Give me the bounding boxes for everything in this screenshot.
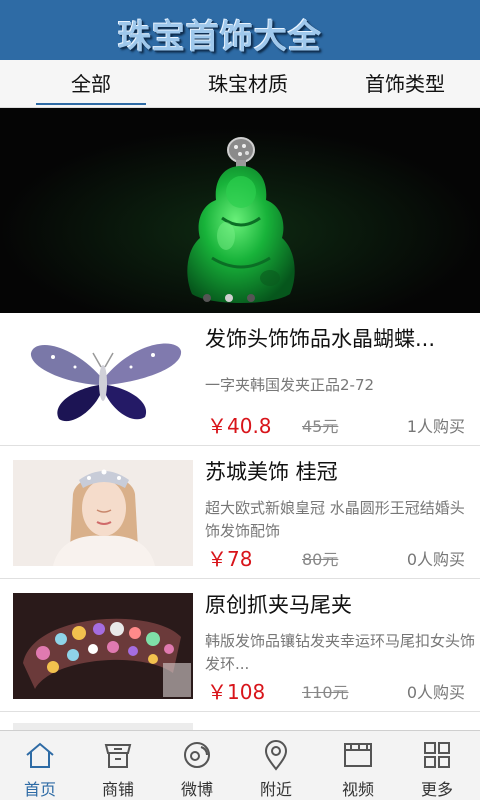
product-item-partial[interactable]: [0, 713, 480, 730]
grid-icon: [424, 742, 450, 768]
banner-image: [0, 108, 480, 313]
tab-all[interactable]: 全部: [36, 60, 146, 108]
nav-video[interactable]: 视频: [318, 731, 398, 800]
bottom-nav: 首页 商铺 微博 附近 视频 更多: [0, 730, 480, 800]
product-description: 一字夹韩国发夹正品2-72: [205, 376, 375, 394]
video-icon: [344, 743, 372, 767]
nav-label: 首页: [23, 780, 56, 799]
active-tab-indicator: [36, 103, 146, 105]
product-title: 苏城美饰 桂冠: [205, 460, 338, 484]
nav-more[interactable]: 更多: [397, 731, 477, 800]
carousel-dot[interactable]: [203, 294, 211, 302]
carousel-dot-active[interactable]: [225, 294, 233, 302]
nav-label: 视频: [341, 780, 374, 799]
product-item[interactable]: 发饰头饰饰品水晶蝴蝶... 一字夹韩国发夹正品2-72 ￥40.8 45元 1人…: [0, 314, 480, 446]
product-item[interactable]: 原创抓夹马尾夹 韩版发饰品镶钻发夹幸运环马尾扣女头饰发环... ￥108 110…: [0, 580, 480, 712]
product-description: 韩版发饰品镶钻发夹幸运环马尾扣女头饰发环...: [205, 632, 476, 673]
product-description: 超大欧式新娘皇冠 水晶圆形王冠结婚头饰发饰配饰: [205, 499, 465, 540]
app-header: 珠宝首饰大全: [0, 0, 480, 60]
product-title: 原创抓夹马尾夹: [205, 593, 352, 617]
app-title: 珠宝首饰大全: [118, 17, 322, 56]
nav-label: 商铺: [101, 780, 134, 799]
product-price: ￥108: [207, 680, 266, 704]
product-original-price: 110元: [302, 683, 349, 702]
nav-shop[interactable]: 商铺: [78, 731, 158, 800]
product-price: ￥40.8: [207, 414, 272, 438]
product-title: 发饰头饰饰品水晶蝴蝶...: [205, 327, 436, 351]
product-image-crown: [13, 460, 193, 566]
location-icon: [264, 740, 288, 771]
product-buyer-count: 0人购买: [406, 683, 465, 702]
carousel-dot[interactable]: [247, 294, 255, 302]
tab-material[interactable]: 珠宝材质: [183, 60, 313, 108]
product-buyer-count: 0人购买: [406, 550, 465, 569]
product-original-price: 45元: [302, 417, 339, 436]
nav-home[interactable]: 首页: [0, 731, 80, 800]
product-item[interactable]: 苏城美饰 桂冠 超大欧式新娘皇冠 水晶圆形王冠结婚头饰发饰配饰 ￥78 80元 …: [0, 447, 480, 579]
product-image-claw-clip: [13, 593, 193, 699]
product-price: ￥78: [207, 547, 253, 571]
nav-label: 微博: [180, 780, 213, 799]
category-tabs: 全部 珠宝材质 首饰类型: [0, 60, 480, 108]
product-image-partial: [13, 723, 193, 730]
nav-nearby[interactable]: 附近: [236, 731, 316, 800]
tab-type[interactable]: 首饰类型: [340, 60, 470, 108]
product-buyer-count: 1人购买: [406, 417, 465, 436]
shop-icon: [104, 744, 132, 768]
banner-carousel[interactable]: [0, 108, 480, 313]
nav-weibo[interactable]: 微博: [157, 731, 237, 800]
nav-label: 附近: [259, 780, 292, 799]
product-original-price: 80元: [302, 550, 339, 569]
nav-label: 更多: [420, 780, 453, 799]
product-image-butterfly: [13, 327, 193, 433]
weibo-icon: [184, 742, 210, 768]
home-icon: [26, 742, 54, 768]
